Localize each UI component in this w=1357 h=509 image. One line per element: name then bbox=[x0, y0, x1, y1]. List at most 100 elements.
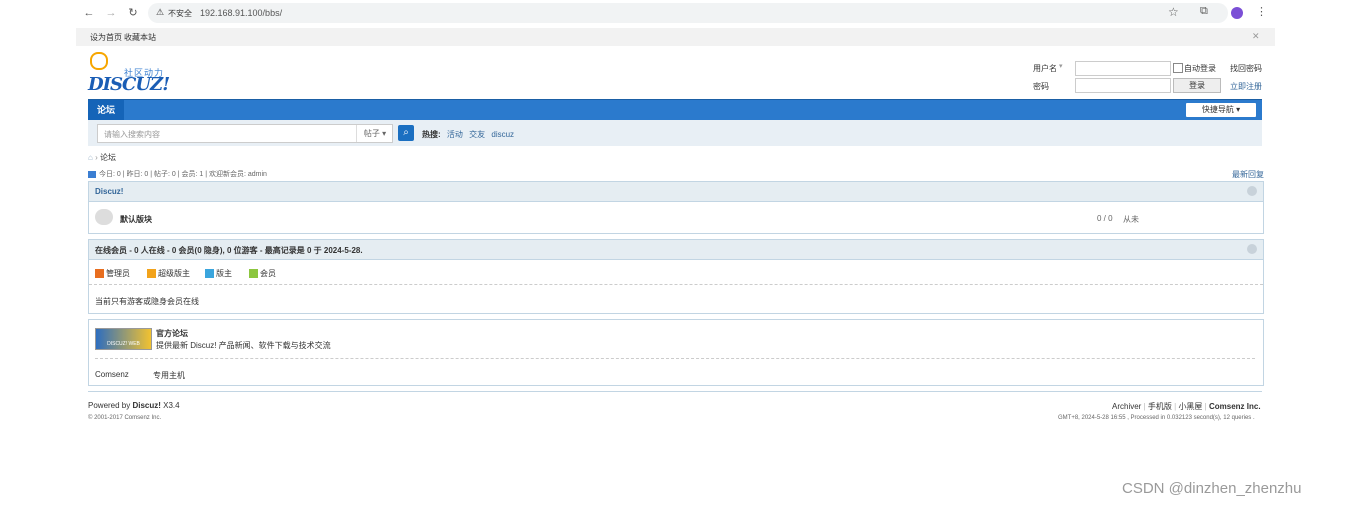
quick-nav-button[interactable]: 快捷导航 ▾ bbox=[1186, 103, 1256, 117]
username-label: 用户名 bbox=[1033, 64, 1057, 73]
breadcrumb: ⌂ › 论坛 bbox=[88, 152, 116, 163]
stats-chart-icon bbox=[88, 170, 96, 178]
stats-text: 今日: 0 | 昨日: 0 | 帖子: 0 | 会员: 1 | 欢迎新会员: a… bbox=[99, 171, 267, 178]
footer-divider bbox=[88, 391, 1262, 392]
separator: | bbox=[1143, 402, 1146, 411]
search-button[interactable]: ⌕ bbox=[398, 125, 414, 141]
powered-by: Powered by Discuz! X3.4 bbox=[88, 401, 180, 410]
latest-replies-link[interactable]: 最新回复 bbox=[1232, 169, 1264, 180]
hot-search-label: 热搜: bbox=[422, 130, 441, 139]
discuz-official-badge[interactable]: DISCUZ! WEB bbox=[95, 328, 152, 350]
home-icon[interactable]: ⌂ bbox=[88, 153, 93, 162]
legend-label: 会员 bbox=[260, 269, 276, 278]
debug-info: GMT+8, 2024-5-28 16:55 , Processed in 0.… bbox=[1058, 415, 1255, 421]
hot-search: 热搜: 活动 交友 discuz bbox=[422, 129, 514, 140]
breadcrumb-current[interactable]: 论坛 bbox=[100, 153, 116, 162]
nav-tab-forum[interactable]: 论坛 bbox=[88, 100, 124, 120]
logo-wordmark: DISCUZ! bbox=[88, 74, 170, 95]
online-members-box: 在线会员 - 0 人在线 - 0 会员(0 隐身), 0 位游客 - 最高记录是… bbox=[88, 239, 1264, 314]
category-box: Discuz! 默认版块 0 / 0 从未 bbox=[88, 181, 1264, 234]
legend-admin: 管理员 bbox=[95, 268, 130, 279]
forum-name-link[interactable]: 默认版块 bbox=[120, 214, 152, 225]
reload-icon[interactable]: ↻ bbox=[126, 6, 140, 20]
search-scope-select[interactable]: 帖子 ▾ bbox=[356, 125, 393, 142]
main-nav: 论坛 快捷导航 ▾ bbox=[88, 99, 1262, 120]
browser-toolbar: ← → ↻ ⚠ 不安全 192.168.91.100/bbs/ ☆ ⧉ ⋮ bbox=[76, 0, 1275, 27]
blacklist-link[interactable]: 小黑屋 bbox=[1178, 402, 1202, 411]
search-icon: ⌕ bbox=[403, 127, 409, 138]
password-input[interactable] bbox=[1075, 78, 1171, 93]
forgot-password-link[interactable]: 找回密码 bbox=[1230, 63, 1262, 74]
divider bbox=[95, 358, 1255, 359]
partner-link[interactable]: Comsenz bbox=[95, 370, 129, 379]
hot-term-link[interactable]: 交友 bbox=[469, 130, 485, 139]
footer-links: Archiver | 手机版 | 小黑屋 | Comsenz Inc. bbox=[1112, 401, 1261, 412]
online-header: 在线会员 - 0 人在线 - 0 会员(0 隐身), 0 位游客 - 最高记录是… bbox=[89, 240, 1263, 260]
site-logo[interactable]: 社区动力 DISCUZ! bbox=[88, 52, 178, 96]
quick-nav-label: 快捷导航 bbox=[1201, 105, 1234, 114]
hot-term-link[interactable]: discuz bbox=[491, 130, 514, 139]
category-header: Discuz! bbox=[89, 182, 1263, 202]
breadcrumb-separator-icon: › bbox=[95, 153, 98, 162]
back-icon[interactable]: ← bbox=[82, 6, 96, 20]
caret-down-icon: ▾ bbox=[382, 129, 387, 138]
powered-prefix: Powered by bbox=[88, 401, 133, 410]
collapse-icon[interactable] bbox=[1247, 244, 1257, 254]
search-scope-value: 帖子 bbox=[363, 129, 380, 138]
browser-menu-icon[interactable]: ⋮ bbox=[1256, 5, 1267, 18]
badge-text: DISCUZ! WEB bbox=[107, 341, 140, 347]
moderator-icon bbox=[205, 269, 214, 279]
extensions-icon[interactable]: ⧉ bbox=[1200, 5, 1208, 18]
security-label: 不安全 bbox=[168, 9, 192, 18]
forum-stats: 今日: 0 | 昨日: 0 | 帖子: 0 | 会员: 1 | 欢迎新会员: a… bbox=[88, 169, 267, 179]
expand-icon[interactable]: ✕ bbox=[1252, 31, 1260, 42]
admin-icon bbox=[95, 269, 104, 279]
legend-member: 会员 bbox=[249, 268, 276, 279]
username-type-dropdown-icon[interactable]: ▾ bbox=[1059, 62, 1063, 70]
forum-last-post: 从未 bbox=[1123, 215, 1139, 224]
official-forum-link[interactable]: 官方论坛 bbox=[156, 328, 188, 339]
bookmark-site-link[interactable]: 收藏本站 bbox=[124, 32, 156, 43]
member-legend: 管理员 超级版主 版主 会员 bbox=[89, 260, 1263, 285]
username-input[interactable] bbox=[1075, 61, 1171, 76]
auto-login-label: 自动登录 bbox=[1184, 64, 1216, 73]
bookmark-star-icon[interactable]: ☆ bbox=[1168, 5, 1179, 19]
legend-label: 管理员 bbox=[106, 269, 130, 278]
comsenz-link[interactable]: Comsenz Inc. bbox=[1209, 402, 1261, 411]
forum-status-icon bbox=[95, 209, 113, 225]
search-input[interactable]: 请输入搜索内容 帖子 ▾ bbox=[97, 124, 393, 143]
legend-super-mod: 超级版主 bbox=[147, 268, 190, 279]
set-homepage-link[interactable]: 设为首页 bbox=[90, 32, 122, 43]
search-bar: 请输入搜索内容 帖子 ▾ ⌕ 热搜: 活动 交友 discuz bbox=[88, 120, 1262, 146]
watermark: CSDN @dinzhen_zhenzhu bbox=[1122, 480, 1302, 497]
auto-login-checkbox[interactable] bbox=[1173, 63, 1183, 73]
login-button[interactable]: 登录 bbox=[1173, 78, 1221, 93]
category-title[interactable]: Discuz! bbox=[95, 187, 123, 196]
powered-brand-link[interactable]: Discuz! bbox=[132, 401, 160, 410]
archiver-link[interactable]: Archiver bbox=[1112, 402, 1141, 411]
online-title[interactable]: 在线会员 - 0 人在线 - 0 会员(0 隐身), 0 位游客 - 最高记录是… bbox=[95, 245, 363, 256]
legend-label: 超级版主 bbox=[158, 269, 190, 278]
official-forum-desc: 提供最新 Discuz! 产品新闻、软件下载与技术交流 bbox=[156, 341, 331, 350]
forum-counts: 0 / 0 bbox=[1097, 214, 1113, 223]
address-bar[interactable]: ⚠ 不安全 192.168.91.100/bbs/ bbox=[148, 3, 1228, 23]
copyright: © 2001-2017 Comsenz Inc. bbox=[88, 415, 162, 421]
register-link[interactable]: 立即注册 bbox=[1230, 81, 1262, 92]
top-utility-bar: 设为首页 收藏本站 ✕ bbox=[76, 28, 1275, 46]
super-moderator-icon bbox=[147, 269, 156, 279]
password-label: 密码 bbox=[1033, 82, 1049, 91]
partner-link[interactable]: 专用主机 bbox=[153, 370, 185, 381]
separator: | bbox=[1204, 402, 1207, 411]
mobile-link[interactable]: 手机版 bbox=[1148, 402, 1172, 411]
forward-icon[interactable]: → bbox=[104, 6, 118, 20]
url-text[interactable]: 192.168.91.100/bbs/ bbox=[200, 8, 282, 18]
caret-down-icon: ▾ bbox=[1236, 105, 1241, 114]
bulb-icon bbox=[90, 52, 108, 70]
hot-term-link[interactable]: 活动 bbox=[447, 130, 463, 139]
online-note: 当前只有游客或隐身会员在线 bbox=[95, 297, 199, 306]
legend-label: 版主 bbox=[216, 269, 232, 278]
collapse-icon[interactable] bbox=[1247, 186, 1257, 196]
friend-links-box: DISCUZ! WEB 官方论坛 提供最新 Discuz! 产品新闻、软件下载与… bbox=[88, 319, 1264, 386]
profile-avatar[interactable] bbox=[1231, 7, 1243, 19]
member-icon bbox=[249, 269, 258, 279]
